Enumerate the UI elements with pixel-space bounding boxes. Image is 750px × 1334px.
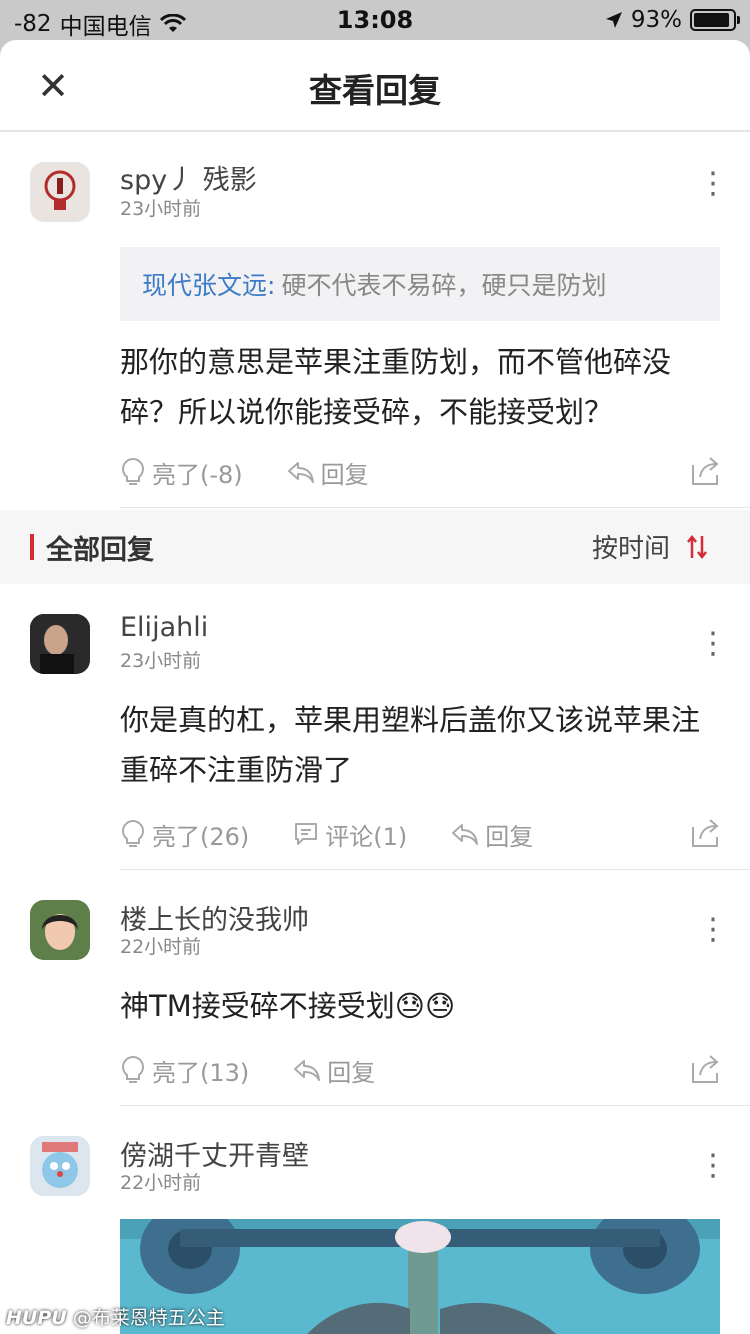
reply-button[interactable]: 回复 <box>293 1053 375 1088</box>
timestamp: 23小时前 <box>120 198 202 220</box>
share-icon[interactable] <box>690 455 720 487</box>
reply-button[interactable]: 回复 <box>451 817 533 852</box>
watermark-brand: HUPU <box>6 1307 67 1329</box>
divider <box>120 507 750 508</box>
quoted-username[interactable]: 现代张文远: <box>142 266 275 302</box>
comment-actions: 亮了(13) 回复 <box>120 1035 720 1105</box>
comment-bubble-icon <box>295 823 318 845</box>
battery-percent: 93% <box>630 7 682 33</box>
reply-label: 回复 <box>485 822 534 851</box>
timestamp: 23小时前 <box>120 650 202 672</box>
like-label: 亮了(26) <box>152 822 250 851</box>
location-arrow-icon <box>605 12 622 28</box>
sort-arrows-icon <box>687 534 707 559</box>
avatar[interactable] <box>30 1136 90 1196</box>
more-options-icon[interactable]: ⋮ <box>698 164 728 204</box>
lightbulb-icon <box>122 1055 144 1083</box>
comment-label: 评论(1) <box>325 822 408 851</box>
avatar[interactable] <box>30 614 90 674</box>
reply-label: 回复 <box>327 1058 376 1087</box>
more-options-icon[interactable]: ⋮ <box>698 624 728 664</box>
comment-actions: 亮了(-8) 回复 <box>120 437 720 507</box>
reply-sheet: ✕ 查看回复 ⋮ spy丿 残影 23小时前 现代张文远: 硬不代表不易碎，硬只… <box>0 40 750 1334</box>
sort-toggle[interactable]: 按时间 <box>592 528 708 565</box>
reply-item: ⋮ 傍湖千丈开青壁 22小时前 <box>0 1106 750 1334</box>
sort-label: 按时间 <box>591 534 670 564</box>
reply-icon <box>452 824 479 845</box>
more-options-icon[interactable]: ⋮ <box>698 910 728 950</box>
share-icon[interactable] <box>690 1053 720 1085</box>
status-bar: -82 中国电信 13:08 93% <box>0 0 750 40</box>
quoted-text: 硬不代表不易碎，硬只是防划 <box>281 271 607 300</box>
page-title: 查看回复 <box>309 71 441 110</box>
lightbulb-icon <box>122 457 144 485</box>
reply-item: ⋮ 楼上长的没我帅 22小时前 神TM接受碎不接受划😓😓 亮了(13) 回复 <box>0 870 750 1105</box>
username[interactable]: 楼上长的没我帅 <box>120 870 720 936</box>
comment-text: 神TM接受碎不接受划😓😓 <box>120 989 456 1023</box>
username[interactable]: spy丿 残影 <box>120 132 720 196</box>
reply-button[interactable]: 回复 <box>287 455 369 490</box>
comment-button[interactable]: 评论(1) <box>293 817 407 852</box>
lightbulb-icon <box>122 819 144 847</box>
like-button[interactable]: 亮了(13) <box>120 1053 249 1088</box>
more-options-icon[interactable]: ⋮ <box>698 1146 728 1186</box>
all-replies-bar: 全部回复 按时间 <box>0 510 750 584</box>
reply-icon <box>294 1060 321 1081</box>
username[interactable]: Elijahli <box>120 584 720 646</box>
quoted-comment: 现代张文远: 硬不代表不易碎，硬只是防划 <box>120 247 720 321</box>
watermark-author: @布莱恩特五公主 <box>72 1307 225 1329</box>
reply-icon <box>287 462 314 483</box>
reply-item: ⋮ Elijahli 23小时前 你是真的杠，苹果用塑料后盖你又该说苹果注重碎不… <box>0 584 750 869</box>
battery-fill <box>694 13 730 27</box>
section-marker <box>30 534 34 560</box>
watermark: HUPU @布莱恩特五公主 <box>6 1303 225 1330</box>
comment-text: 那你的意思是苹果注重防划，而不管他碎没碎？所以说你能接受碎，不能接受划？ <box>120 345 672 429</box>
comment-text: 你是真的杠，苹果用塑料后盖你又该说苹果注重碎不注重防滑了 <box>120 703 701 787</box>
reply-label: 回复 <box>320 460 369 489</box>
battery-icon <box>690 9 740 31</box>
avatar[interactable] <box>30 900 90 960</box>
status-right: 93% <box>605 7 740 33</box>
like-label: 亮了(13) <box>152 1058 250 1087</box>
avatar[interactable] <box>30 162 90 222</box>
like-button[interactable]: 亮了(26) <box>120 817 249 852</box>
like-button[interactable]: 亮了(-8) <box>120 455 243 490</box>
main-comment: ⋮ spy丿 残影 23小时前 现代张文远: 硬不代表不易碎，硬只是防划 那你的… <box>0 132 750 507</box>
section-title: 全部回复 <box>46 535 154 566</box>
sheet-header: ✕ 查看回复 <box>0 40 750 132</box>
username[interactable]: 傍湖千丈开青壁 <box>120 1106 720 1172</box>
like-label: 亮了(-8) <box>152 460 243 489</box>
comment-actions: 亮了(26) 评论(1) 回复 <box>120 799 720 869</box>
share-icon[interactable] <box>690 817 720 849</box>
